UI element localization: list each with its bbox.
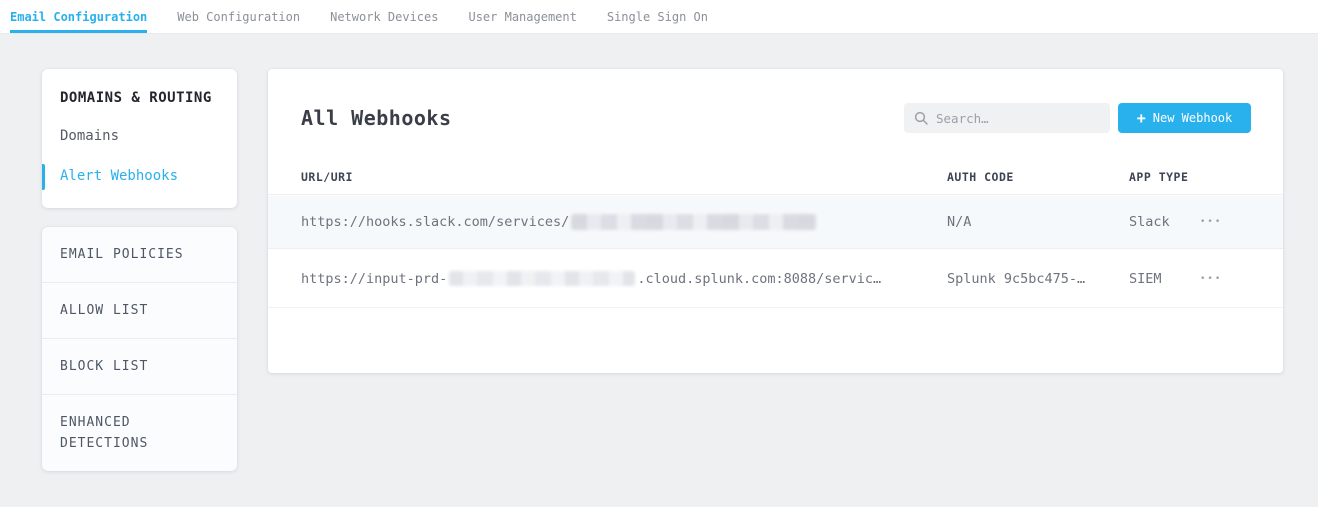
tab-email-configuration[interactable]: Email Configuration [10,0,147,33]
new-webhook-button[interactable]: + New Webhook [1118,103,1251,133]
webhook-url: https://hooks.slack.com/services/ [301,214,817,230]
sidebar-item-allow-list[interactable]: ALLOW LIST [42,282,237,338]
column-header-auth-code: AUTH CODE [947,170,1014,184]
sidebar-item-email-policies[interactable]: EMAIL POLICIES [42,227,237,282]
new-webhook-button-label: New Webhook [1153,111,1232,125]
sidebar-item-alert-webhooks[interactable]: Alert Webhooks [42,166,237,186]
search-input[interactable] [936,111,1100,126]
sidebar-item-enhanced-detections[interactable]: ENHANCED DETECTIONS [42,394,237,471]
active-indicator [42,164,45,190]
plus-icon: + [1137,111,1146,126]
sidebar-item-label: ALLOW LIST [60,300,148,321]
sidebar-item-block-list[interactable]: BLOCK LIST [42,338,237,394]
page-title: All Webhooks [301,106,452,130]
app-type-value: SIEM [1129,271,1162,287]
search-icon [914,111,928,125]
search-box [904,103,1110,133]
sidebar-item-label: ENHANCED DETECTIONS [60,412,210,454]
sidebar-domains-routing-card: DOMAINS & ROUTING Domains Alert Webhooks [42,69,237,208]
redacted-url-segment [571,214,817,230]
tab-user-management[interactable]: User Management [468,0,576,33]
redacted-url-segment [449,271,635,286]
webhooks-panel: All Webhooks + New Webhook URL/URI AUTH … [268,69,1283,373]
url-text: .cloud.splunk.com:8088/servic… [637,271,881,287]
app-type-value: Slack [1129,214,1170,230]
auth-code-value: N/A [947,214,971,230]
tab-single-sign-on[interactable]: Single Sign On [607,0,708,33]
sidebar-sections-card: EMAIL POLICIES ALLOW LIST BLOCK LIST ENH… [42,227,237,471]
sidebar-item-label: BLOCK LIST [60,356,148,377]
table-header: URL/URI AUTH CODE APP TYPE [268,159,1283,195]
auth-code-value: Splunk 9c5bc475-… [947,271,1085,287]
sidebar-section-title: DOMAINS & ROUTING [42,90,237,106]
top-tab-bar: Email Configuration Web Configuration Ne… [0,0,1318,34]
tab-network-devices[interactable]: Network Devices [330,0,438,33]
column-header-app-type: APP TYPE [1129,170,1188,184]
sidebar-item-label: EMAIL POLICIES [60,244,184,265]
url-text: https://input-prd- [301,271,447,287]
url-text: https://hooks.slack.com/services/ [301,214,569,230]
table-row[interactable]: https://input-prd- .cloud.splunk.com:808… [268,250,1283,308]
table-row[interactable]: https://hooks.slack.com/services/ N/A Sl… [268,196,1283,249]
webhook-url: https://input-prd- .cloud.splunk.com:808… [301,271,881,287]
tab-web-configuration[interactable]: Web Configuration [177,0,300,33]
sidebar-item-domains[interactable]: Domains [42,126,237,146]
sidebar-item-label: Alert Webhooks [60,168,178,184]
row-actions-menu-icon[interactable]: ••• [1198,270,1224,288]
sidebar-item-label: Domains [60,128,119,144]
row-actions-menu-icon[interactable]: ••• [1198,213,1224,231]
column-header-url: URL/URI [301,170,353,184]
